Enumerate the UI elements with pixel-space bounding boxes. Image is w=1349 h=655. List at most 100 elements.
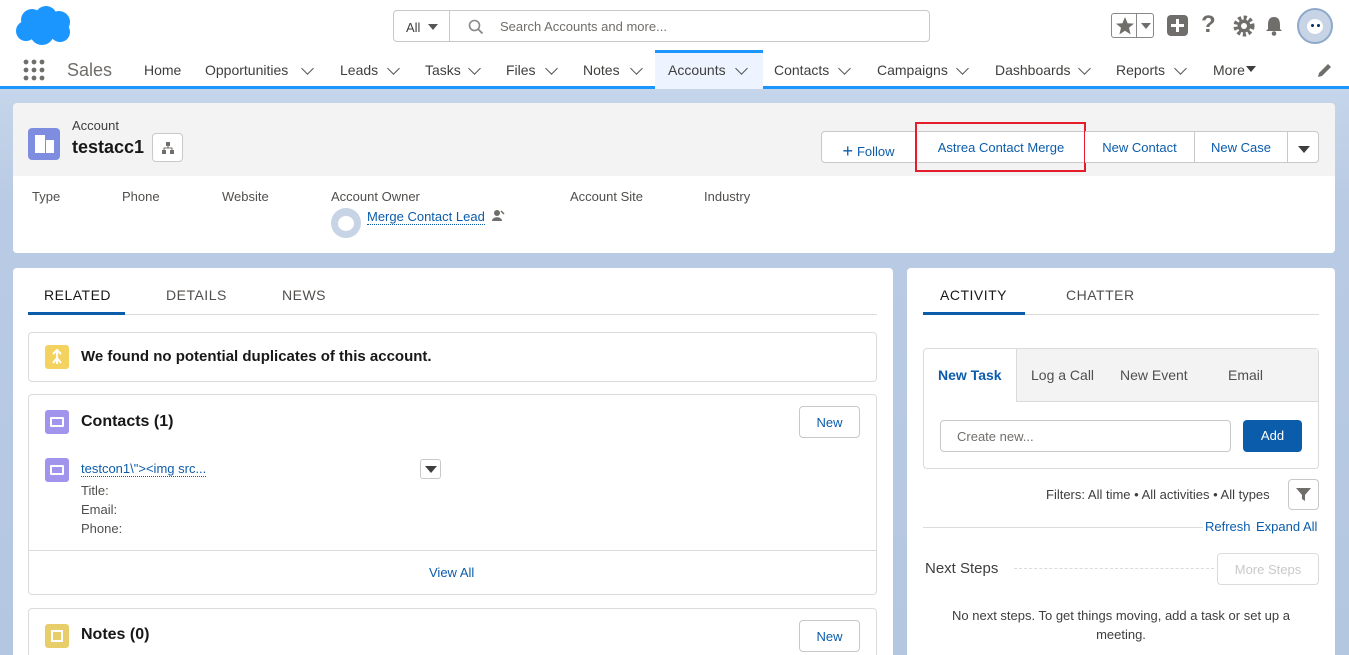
field-label-type: Type [32,189,61,204]
next-steps-title: Next Steps [925,560,999,577]
contact-email-label: Email: [81,502,118,517]
notes-icon [45,624,69,648]
hierarchy-button[interactable] [152,133,183,162]
avatar-eye [1311,24,1314,27]
new-case-button[interactable]: New Case [1194,131,1288,163]
nav-item-tasks[interactable]: Tasks [425,50,461,89]
next-steps-empty-message: No next steps. To get things moving, add… [952,608,1290,642]
change-owner-icon[interactable] [492,209,505,222]
filters-text: Filters: All time • All activities • All… [1046,487,1270,502]
tab-activity[interactable]: ACTIVITY [940,287,1007,303]
expand-all-link[interactable]: Expand All [1254,519,1320,534]
card-shape [50,417,64,427]
highlight-box [915,122,1086,172]
chevron-down-icon [428,24,438,30]
tab-related[interactable]: RELATED [44,287,111,303]
nav-item-leads[interactable]: Leads [340,50,378,89]
chevron-down-icon [1141,23,1151,29]
contact-row-icon [45,458,69,482]
refresh-link[interactable]: Refresh [1203,519,1253,534]
new-contact-related-button[interactable]: New [799,406,860,438]
divider [1136,14,1137,37]
help-icon[interactable]: ? [1201,11,1216,39]
nav-item-files[interactable]: Files [506,50,536,89]
nav-item-reports[interactable]: Reports [1116,50,1165,89]
contacts-title[interactable]: Contacts (1) [81,413,173,431]
avatar-eye [1317,24,1320,27]
tab-email[interactable]: Email [1228,367,1263,383]
nav-item-contacts[interactable]: Contacts [774,50,829,89]
follow-label: Follow [856,144,895,159]
star-icon [1116,17,1134,35]
follow-button[interactable]: + Follow [821,131,916,163]
app-name: Sales [67,60,113,80]
account-icon [28,128,60,160]
contact-row-link[interactable]: testcon1\"><img src... [81,461,207,477]
nav-item-notes[interactable]: Notes [583,50,620,89]
tab-new-event[interactable]: New Event [1120,367,1188,383]
tab-new-task[interactable]: New Task [938,367,1002,383]
tabs-divider [28,314,877,315]
plus-horizontal [1171,24,1184,27]
view-all-link[interactable]: View All [429,565,474,580]
nav-item-dashboards[interactable]: Dashboards [995,50,1071,89]
search-scope-select[interactable]: All [394,11,450,41]
more-steps-button[interactable]: More Steps [1217,553,1319,585]
contact-phone-label: Phone: [81,521,123,536]
global-actions-add-icon[interactable] [1167,15,1188,36]
tab-chatter[interactable]: CHATTER [1066,287,1135,303]
global-search[interactable]: All Search Accounts and more... [393,10,930,42]
chevron-down-icon [425,466,437,473]
nav-item-campaigns[interactable]: Campaigns [877,50,948,89]
new-note-button[interactable]: New [799,620,860,652]
field-label-industry: Industry [704,189,751,204]
filter-button[interactable] [1288,479,1319,510]
field-label-phone: Phone [122,189,160,204]
edit-pencil-icon[interactable] [1316,62,1333,79]
nav-item-accounts[interactable]: Accounts [668,50,726,89]
owner-avatar [331,208,361,238]
favorites-button[interactable] [1111,13,1154,38]
salesforce-logo-icon[interactable] [14,5,74,47]
chevron-down-icon[interactable] [1246,66,1256,72]
contacts-icon [45,410,69,434]
record-name: testacc1 [72,137,145,157]
divider [29,550,876,551]
gear-icon[interactable] [1232,14,1256,38]
bell-icon[interactable] [1264,15,1284,37]
notes-title[interactable]: Notes (0) [81,626,149,644]
notes-card [28,608,877,655]
avatar-face [338,216,354,231]
building-shape [35,135,45,153]
active-tab-indicator [28,312,125,315]
avatar-face [1307,19,1323,34]
more-actions-button[interactable] [1287,131,1319,163]
hierarchy-icon [162,142,174,154]
user-avatar[interactable] [1297,8,1333,44]
plus-icon: + [842,141,853,161]
highlights-panel [13,176,1335,253]
search-input[interactable]: Search Accounts and more... [500,19,667,34]
tab-log-call[interactable]: Log a Call [1031,367,1094,383]
new-contact-button[interactable]: New Contact [1085,131,1195,163]
chevron-down-icon [1298,146,1310,153]
search-scope-label: All [406,20,421,35]
building-shape [46,140,54,153]
nav-item-home[interactable]: Home [144,50,181,89]
nav-item-opportunities[interactable]: Opportunities [205,50,288,89]
tab-news[interactable]: NEWS [282,287,326,303]
contact-row-menu-button[interactable] [420,459,441,479]
search-icon [468,19,484,35]
contact-title-label: Title: [81,483,109,498]
app-launcher-icon[interactable] [23,59,47,83]
duplicate-icon [45,345,69,369]
active-tab-indicator [923,312,1025,315]
add-button[interactable]: Add [1243,420,1302,452]
owner-link[interactable]: Merge Contact Lead [367,209,485,225]
create-new-input[interactable]: Create new... [940,420,1231,452]
tab-details[interactable]: DETAILS [166,287,227,303]
field-label-website: Website [222,189,269,204]
merge-arrow-icon [52,348,62,364]
note-shape [51,630,63,642]
nav-item-more[interactable]: More [1213,50,1245,89]
